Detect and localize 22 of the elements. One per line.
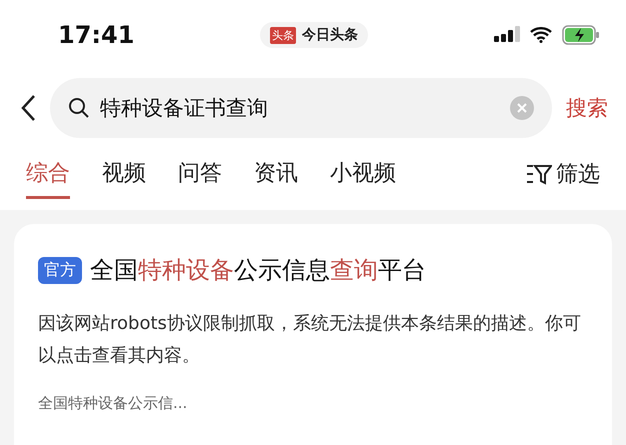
result-description: 因该网站robots协议限制抓取，系统无法提供本条结果的描述。你可以点击查看其内容。 xyxy=(38,312,582,368)
app-badge: 头条 xyxy=(270,26,296,44)
search-icon xyxy=(68,97,90,119)
signal-icon xyxy=(494,26,520,44)
search-button[interactable]: 搜索 xyxy=(566,94,608,122)
wifi-icon xyxy=(530,27,552,43)
search-field[interactable]: 特种设备证书查询 xyxy=(50,78,552,138)
tab[interactable]: 视频 xyxy=(102,150,146,198)
result-title[interactable]: 全国特种设备公示信息查询平台 xyxy=(90,254,426,286)
filter-icon xyxy=(526,163,552,185)
tab[interactable]: 综合 xyxy=(26,150,70,198)
official-tag: 官方 xyxy=(38,256,82,284)
tab[interactable]: 小视频 xyxy=(330,150,396,198)
tab[interactable]: 问答 xyxy=(178,150,222,198)
result-card[interactable]: 官方 全国特种设备公示信息查询平台 因该网站robots协议限制抓取，系统无法提供本条结果的描述。你可以点击查看其内容。 全国特种设备公示信... xyxy=(14,224,612,445)
app-name: 今日头条 xyxy=(302,26,358,44)
battery-icon xyxy=(562,25,600,45)
back-icon[interactable] xyxy=(20,94,36,122)
tab[interactable]: 资讯 xyxy=(254,150,298,198)
filter-button[interactable]: 筛选 xyxy=(526,159,600,189)
status-time: 17:41 xyxy=(58,21,134,49)
result-source: 全国特种设备公示信... xyxy=(38,394,188,413)
